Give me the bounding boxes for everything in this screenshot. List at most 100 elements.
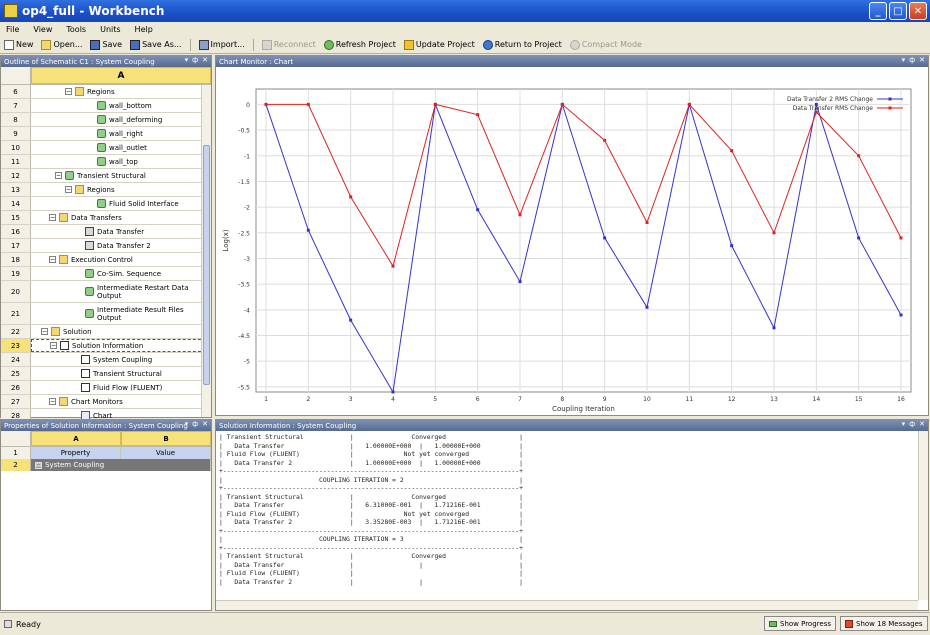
show-messages-button[interactable]: Show 18 Messages [840,616,928,631]
open-button[interactable]: Open... [41,39,82,50]
outline-cell[interactable]: Intermediate Result Files Output [31,303,211,324]
outline-cell[interactable]: − Chart Monitors [31,395,211,408]
expand-toggle-icon[interactable]: ⊟ [35,461,42,469]
outline-cell[interactable]: Fluid Solid Interface [31,197,211,210]
data-point[interactable] [476,208,480,212]
outline-cell[interactable]: − Regions [31,85,211,98]
outline-row[interactable]: 13 − Regions [1,183,211,197]
outline-cell[interactable]: wall_right [31,127,211,140]
outline-row[interactable]: 7 wall_bottom [1,99,211,113]
outline-row[interactable]: 17 Data Transfer 2 [1,239,211,253]
outline-row[interactable]: 20 Intermediate Restart Data Output [1,281,211,303]
pin-icon[interactable]: ф [192,420,198,428]
close-button[interactable]: ✕ [909,2,927,20]
menu-units[interactable]: Units [100,25,120,34]
save-button[interactable]: Save [90,39,122,50]
return-to-project-button[interactable]: Return to Project [482,39,562,50]
data-point[interactable] [518,280,522,284]
maximize-button[interactable]: □ [889,2,907,20]
outline-row[interactable]: 11 wall_top [1,155,211,169]
outline-cell[interactable]: wall_outlet [31,141,211,154]
data-point[interactable] [857,154,861,158]
pin-icon[interactable]: ф [909,420,915,428]
import-button[interactable]: Import... [198,39,245,50]
data-point[interactable] [433,102,437,106]
outline-cell[interactable]: − Execution Control [31,253,211,266]
outline-row[interactable]: 19 Co-Sim. Sequence [1,267,211,281]
outline-cell[interactable]: Data Transfer [31,225,211,238]
solution-horizontal-scrollbar[interactable] [216,600,918,610]
outline-cell[interactable]: Intermediate Restart Data Output [31,281,211,302]
outline-row[interactable]: 21 Intermediate Result Files Output [1,303,211,325]
line-chart[interactable]: 0-0.5-1-1.5-2-2.5-3-3.5-4-4.5-5-5.51 2 3 4 5… [216,67,928,415]
dropdown-icon[interactable]: ▾ [185,56,189,64]
data-point[interactable] [603,236,607,240]
outline-cell[interactable]: Fluid Flow (FLUENT) [31,381,211,394]
collapse-toggle-icon[interactable]: − [65,88,72,95]
column-b-header[interactable]: B [121,431,211,446]
data-point[interactable] [391,264,395,268]
outline-cell[interactable]: − Transient Structural [31,169,211,182]
collapse-toggle-icon[interactable]: − [49,398,56,405]
outline-cell[interactable]: System Coupling [31,353,211,366]
outline-scrollbar[interactable] [201,85,211,417]
outline-row[interactable]: 15 − Data Transfers [1,211,211,225]
data-point[interactable] [857,236,861,240]
column-a-header[interactable]: A [31,67,211,84]
outline-scrollbar-thumb[interactable] [203,145,210,385]
outline-cell[interactable]: − Solution Information [31,339,211,352]
column-a-header[interactable]: A [31,431,121,446]
outline-cell[interactable]: − Data Transfers [31,211,211,224]
outline-row[interactable]: 25 Transient Structural [1,367,211,381]
dropdown-icon[interactable]: ▾ [902,420,906,428]
menu-file[interactable]: File [6,25,19,34]
outline-cell[interactable]: − Solution [31,325,211,338]
menu-tools[interactable]: Tools [66,25,86,34]
data-point[interactable] [391,390,395,394]
collapse-toggle-icon[interactable]: − [55,172,62,179]
outline-row[interactable]: 22 − Solution [1,325,211,339]
outline-row[interactable]: 6 − Regions [1,85,211,99]
collapse-toggle-icon[interactable]: − [50,342,57,349]
data-point[interactable] [899,236,903,240]
close-icon[interactable]: ✕ [202,56,208,64]
refresh-project-button[interactable]: Refresh Project [323,39,396,50]
close-icon[interactable]: ✕ [202,420,208,428]
show-progress-button[interactable]: Show Progress [764,616,836,631]
outline-row[interactable]: 26 Fluid Flow (FLUENT) [1,381,211,395]
data-point[interactable] [264,102,268,106]
new-button[interactable]: New [4,39,33,50]
data-point[interactable] [518,213,522,217]
outline-row[interactable]: 18 − Execution Control [1,253,211,267]
outline-row[interactable]: 27 − Chart Monitors [1,395,211,409]
data-point[interactable] [645,305,649,309]
data-point[interactable] [687,102,691,106]
outline-row[interactable]: 24 System Coupling [1,353,211,367]
outline-row[interactable]: 16 Data Transfer [1,225,211,239]
outline-row[interactable]: 10 wall_outlet [1,141,211,155]
close-icon[interactable]: ✕ [919,56,925,64]
collapse-toggle-icon[interactable]: − [49,214,56,221]
data-point[interactable] [306,228,310,232]
minimize-button[interactable]: _ [869,2,887,20]
data-point[interactable] [772,231,776,235]
dropdown-icon[interactable]: ▾ [902,56,906,64]
solution-vertical-scrollbar[interactable] [918,431,928,600]
data-point[interactable] [730,149,734,153]
property-row[interactable]: 2 ⊟ System Coupling [1,459,211,471]
close-icon[interactable]: ✕ [919,420,925,428]
outline-cell[interactable]: Data Transfer 2 [31,239,211,252]
pin-icon[interactable]: ф [909,56,915,64]
data-point[interactable] [560,102,564,106]
outline-row[interactable]: 12 − Transient Structural [1,169,211,183]
outline-cell[interactable]: Co-Sim. Sequence [31,267,211,280]
data-point[interactable] [603,138,607,142]
reconnect-button[interactable]: Reconnect [261,39,316,50]
outline-row[interactable]: 23 − Solution Information [1,339,211,353]
save-as-button[interactable]: Save As... [130,39,182,50]
compact-mode-button[interactable]: Compact Mode [569,39,642,50]
data-point[interactable] [730,244,734,248]
outline-cell[interactable]: wall_top [31,155,211,168]
data-point[interactable] [772,326,776,330]
collapse-toggle-icon[interactable]: − [49,256,56,263]
